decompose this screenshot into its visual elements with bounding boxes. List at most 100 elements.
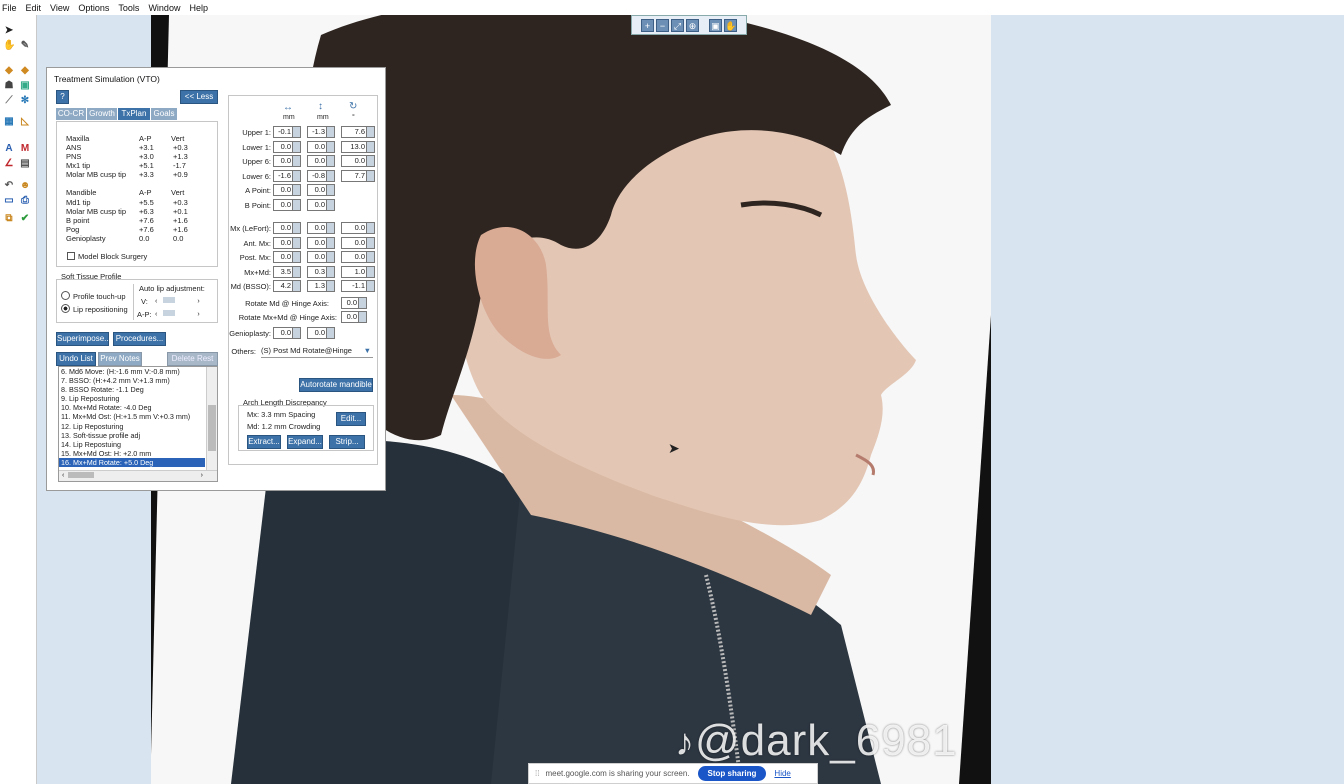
ap-slider[interactable]: ‹ › [155,310,205,319]
lip-repositioning-radio[interactable]: Lip repositioning [61,304,128,314]
undo-list-item[interactable]: 14. Lip Repostuing [59,440,205,449]
check-icon[interactable]: ✔ [19,213,31,224]
jaw-v-input[interactable]: 0.3 [307,265,335,278]
jaw-v-input[interactable]: 1.3 [307,280,335,292]
prev-notes-button[interactable]: Prev Notes [98,352,142,366]
undo-list-item[interactable]: 8. BSSO Rotate: -1.1 Deg [59,385,205,394]
wand-icon[interactable]: ⟋ [3,95,15,106]
tooth-v-input[interactable]: 0.0 [307,184,335,196]
undo-list-item[interactable]: 15. Mx+Md Ost: H: +2.0 mm [59,449,205,458]
tab-txplan[interactable]: TxPlan [118,108,150,120]
profile-touchup-radio[interactable]: Profile touch-up [61,291,126,301]
undo-icon[interactable]: ↶ [3,180,15,191]
tooth-v-input[interactable]: 0.0 [307,140,335,153]
expand-button[interactable]: Expand... [287,435,323,449]
skull-icon[interactable]: ☗ [3,80,15,91]
tab-growth[interactable]: Growth [87,108,117,120]
jaw-h-input[interactable]: 4.2 [273,280,301,292]
tooth-v-input[interactable]: -0.8 [307,169,335,182]
procedures-button[interactable]: Procedures... [113,332,166,346]
copy-icon[interactable]: ⧉ [3,213,15,224]
print-icon[interactable]: ⎙ [19,195,31,206]
report-icon[interactable]: ▤ [19,158,31,169]
tooth-h-input[interactable]: -0.1 [273,126,301,138]
menu-help[interactable]: Help [189,3,208,13]
face-icon[interactable]: ☻ [19,180,31,191]
jaw-rotation-input[interactable]: 0.0 [341,251,375,263]
hand-icon[interactable]: ✋ [3,40,15,51]
tooth-v-input[interactable]: 0.0 [307,198,335,211]
arrow-select-icon[interactable]: ➤ [3,25,15,36]
tooth-v-input[interactable]: 0.0 [307,155,335,167]
autorotate-button[interactable]: Autorotate mandible [299,378,373,392]
genioplasty-v-input[interactable]: 0.0 [307,327,335,339]
jaw-h-input[interactable]: 0.0 [273,222,301,234]
menu-view[interactable]: View [50,3,69,13]
menu-file[interactable]: File [2,3,17,13]
model-block-checkbox[interactable] [67,252,75,260]
arch-edit-button[interactable]: Edit... [336,412,366,426]
scroll-thumb[interactable] [208,405,216,451]
tooth-h-input[interactable]: 0.0 [273,184,301,196]
angle-icon[interactable]: ∠ [3,158,15,169]
jaw-rotation-input[interactable]: -1.1 [341,280,375,292]
overlay-icon[interactable]: ▣ [19,80,31,91]
jaw-rotation-input[interactable]: 0.0 [341,222,375,234]
tooth-h-input[interactable]: 0.0 [273,198,301,211]
tooth-icon[interactable]: ◆ [3,65,15,76]
less-button[interactable]: << Less [180,90,218,104]
tooth-h-input[interactable]: 0.0 [273,140,301,153]
tab-co-cr[interactable]: CO-CR [56,108,86,120]
extract-button[interactable]: Extract... [247,435,281,449]
undo-list-item[interactable]: 10. Mx+Md Rotate: -4.0 Deg [59,403,205,412]
pen-icon[interactable]: ✎ [19,40,31,51]
undo-list-item[interactable]: 11. Mx+Md Ost: (H:+1.5 mm V:+0.3 mm) [59,412,205,421]
zoom-window-icon[interactable]: ⊕ [686,18,699,32]
zoom-out-icon[interactable]: − [656,18,669,32]
tooth-v-input[interactable]: -1.3 [307,126,335,138]
undo-list-item[interactable]: 16. Mx+Md Rotate: +5.0 Deg [59,457,205,468]
tooth-h-input[interactable]: -1.6 [273,169,301,182]
undo-list-item[interactable]: 13. Soft-tissue profile adj [59,431,205,440]
text-a-icon[interactable]: A [3,143,15,154]
undo-listbox[interactable]: 6. Md6 Move: (H:-1.6 mm V:-0.8 mm) 7. BSS… [58,366,218,482]
jaw-h-input[interactable]: 0.0 [273,236,301,249]
jaw-rotation-input[interactable]: 0.0 [341,236,375,249]
menu-edit[interactable]: Edit [26,3,42,13]
undo-horizontal-scrollbar[interactable]: ‹ › [59,470,217,481]
delete-rest-button[interactable]: Delete Rest [167,352,218,366]
hide-link[interactable]: Hide [774,769,790,778]
undo-list-item[interactable]: 12. Lip Reposturing [59,422,205,431]
jaw-rotation-input[interactable]: 1.0 [341,265,375,278]
fit-page-icon[interactable]: ▣ [709,18,722,32]
tooth-rotation-input[interactable]: 13.0 [341,140,375,153]
help-button[interactable]: ? [56,90,69,104]
tooth-rotation-input[interactable]: 0.0 [341,155,375,167]
zoom-in-icon[interactable]: + [641,18,654,32]
grid-icon[interactable]: ▦ [3,116,15,127]
rotate-mxmd-input[interactable]: 0.0 [341,311,367,323]
tooth-pair-icon[interactable]: ◆ [19,65,31,76]
menu-options[interactable]: Options [78,3,109,13]
v-slider[interactable]: ‹ › [155,297,205,306]
jaw-v-input[interactable]: 0.0 [307,222,335,234]
rotate-md-input[interactable]: 0.0 [341,297,367,309]
undo-list-button[interactable]: Undo List [56,352,96,366]
strip-button[interactable]: Strip... [329,435,365,449]
zoom-fit-icon[interactable]: ⤢ [671,18,684,32]
tab-goals[interactable]: Goals [151,108,177,120]
undo-list-item[interactable]: 7. BSSO: (H:+4.2 mm V:+1.3 mm) [59,376,205,385]
pan-hand-icon[interactable]: ✋ [724,18,737,32]
undo-vertical-scrollbar[interactable] [206,367,217,471]
genioplasty-h-input[interactable]: 0.0 [273,327,301,339]
undo-list-item[interactable]: 9. Lip Reposturing [59,394,205,403]
superimpose-button[interactable]: Superimpose... [56,332,111,346]
undo-list-item[interactable]: 6. Md6 Move: (H:-1.6 mm V:-0.8 mm) [59,367,205,376]
jaw-v-input[interactable]: 0.0 [307,251,335,263]
tooth-rotation-input[interactable]: 7.6 [341,126,375,138]
measure-m-icon[interactable]: M [19,143,31,154]
others-dropdown[interactable]: (S) Post Md Rotate@Hinge ▼ [261,345,373,358]
jaw-h-input[interactable]: 3.5 [273,265,301,278]
menu-window[interactable]: Window [148,3,180,13]
jaw-v-input[interactable]: 0.0 [307,236,335,249]
